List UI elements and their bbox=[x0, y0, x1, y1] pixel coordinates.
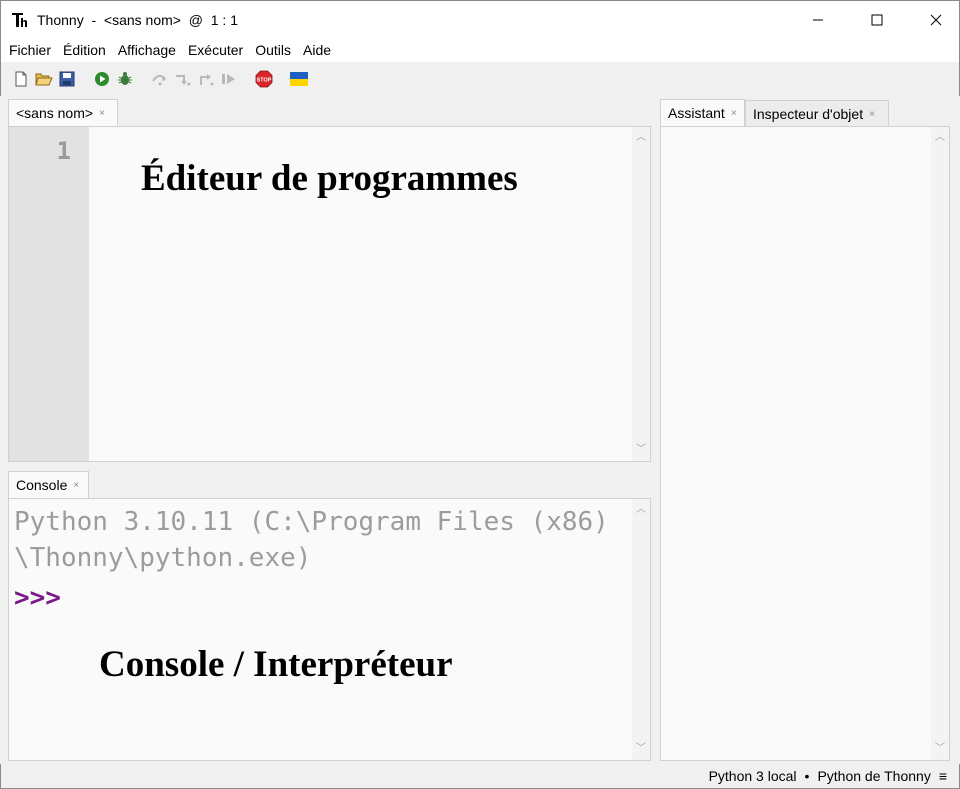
stop-icon: STOP bbox=[255, 70, 273, 88]
status-separator: • bbox=[804, 768, 810, 784]
scroll-down-icon[interactable]: ﹀ bbox=[636, 445, 646, 455]
close-button[interactable] bbox=[913, 1, 959, 39]
editor-scrollbar[interactable]: ︿ ﹀ bbox=[632, 127, 650, 461]
console-annotation: Console / Interpréteur bbox=[99, 644, 453, 685]
status-bar: Python 3 local • Python de Thonny ≡ bbox=[0, 764, 960, 789]
resume-button[interactable] bbox=[219, 69, 239, 89]
step-over-icon bbox=[152, 75, 166, 86]
tab-object-inspector[interactable]: Inspecteur d'objet × bbox=[745, 100, 889, 127]
line-number: 1 bbox=[56, 137, 71, 165]
menu-outils[interactable]: Outils bbox=[249, 38, 297, 62]
maximize-icon bbox=[871, 14, 883, 26]
stop-button[interactable]: STOP bbox=[254, 69, 274, 89]
console-output-line: \Thonny\python.exe) bbox=[14, 543, 312, 573]
tab-console[interactable]: Console × bbox=[8, 471, 89, 498]
environment-label[interactable]: Python de Thonny bbox=[817, 768, 930, 784]
thonny-logo-icon bbox=[11, 11, 29, 29]
menu-edition[interactable]: Édition bbox=[57, 38, 112, 62]
tab-label: Inspecteur d'objet bbox=[753, 106, 864, 122]
ukraine-flag-icon bbox=[290, 72, 308, 86]
step-over-button[interactable] bbox=[150, 69, 170, 89]
new-file-button[interactable] bbox=[11, 69, 31, 89]
minimize-icon bbox=[813, 19, 823, 21]
step-out-button[interactable] bbox=[196, 69, 216, 89]
menu-bar: Fichier Édition Affichage Exécuter Outil… bbox=[0, 38, 960, 62]
assistant-scrollbar[interactable]: ︿ ﹀ bbox=[931, 127, 949, 760]
tab-label: Assistant bbox=[668, 105, 725, 121]
close-icon bbox=[930, 14, 942, 26]
title-bar: Thonny - <sans nom> @ 1 : 1 bbox=[0, 0, 960, 38]
scroll-down-icon[interactable]: ﹀ bbox=[636, 744, 646, 754]
stop-text: STOP bbox=[257, 78, 272, 84]
menu-executer[interactable]: Exécuter bbox=[182, 38, 249, 62]
resume-icon bbox=[222, 74, 235, 84]
assistant-panel: ︿ ﹀ bbox=[660, 126, 950, 761]
tab-label: <sans nom> bbox=[16, 105, 94, 121]
shell-prompt: >>> bbox=[14, 583, 61, 613]
menu-affichage[interactable]: Affichage bbox=[112, 38, 182, 62]
close-tab-icon[interactable]: × bbox=[99, 108, 105, 119]
save-icon bbox=[59, 71, 75, 87]
scroll-up-icon[interactable]: ︿ bbox=[636, 133, 646, 143]
minimize-button[interactable] bbox=[795, 1, 841, 39]
editor-annotation: Éditeur de programmes bbox=[141, 158, 518, 199]
interpreter-label[interactable]: Python 3 local bbox=[709, 768, 797, 784]
step-into-button[interactable] bbox=[173, 69, 193, 89]
console-scrollbar[interactable]: ︿ ﹀ bbox=[632, 499, 650, 760]
tab-editor-sans-nom[interactable]: <sans nom> × bbox=[8, 99, 118, 126]
console-output-line: Python 3.10.11 (C:\Program Files (x86) bbox=[14, 507, 609, 537]
status-menu-icon[interactable]: ≡ bbox=[939, 768, 947, 784]
maximize-button[interactable] bbox=[854, 1, 900, 39]
step-out-icon bbox=[200, 74, 214, 86]
scroll-up-icon[interactable]: ︿ bbox=[636, 505, 646, 515]
ukraine-support-button[interactable] bbox=[289, 69, 309, 89]
run-icon bbox=[95, 72, 109, 86]
tab-assistant[interactable]: Assistant × bbox=[660, 99, 745, 126]
open-file-button[interactable] bbox=[34, 69, 54, 89]
toolbar: STOP bbox=[0, 62, 960, 96]
new-file-icon bbox=[15, 71, 27, 87]
close-tab-icon[interactable]: × bbox=[731, 108, 737, 119]
scroll-up-icon[interactable]: ︿ bbox=[935, 133, 945, 143]
open-file-icon bbox=[35, 73, 53, 86]
close-tab-icon[interactable]: × bbox=[73, 480, 79, 491]
python-shell[interactable]: Python 3.10.11 (C:\Program Files (x86) \… bbox=[8, 498, 651, 761]
step-into-icon bbox=[176, 75, 191, 86]
line-number-gutter: 1 bbox=[9, 127, 89, 461]
window-title: Thonny - <sans nom> @ 1 : 1 bbox=[37, 11, 238, 28]
scroll-down-icon[interactable]: ﹀ bbox=[935, 744, 945, 754]
save-button[interactable] bbox=[57, 69, 77, 89]
debug-icon bbox=[118, 72, 132, 85]
close-tab-icon[interactable]: × bbox=[869, 109, 875, 120]
debug-button[interactable] bbox=[115, 69, 135, 89]
run-button[interactable] bbox=[92, 69, 112, 89]
menu-fichier[interactable]: Fichier bbox=[3, 38, 57, 62]
menu-aide[interactable]: Aide bbox=[297, 38, 337, 62]
tab-label: Console bbox=[16, 477, 68, 493]
code-editor[interactable]: 1 Éditeur de programmes ︿ ﹀ bbox=[8, 126, 651, 462]
